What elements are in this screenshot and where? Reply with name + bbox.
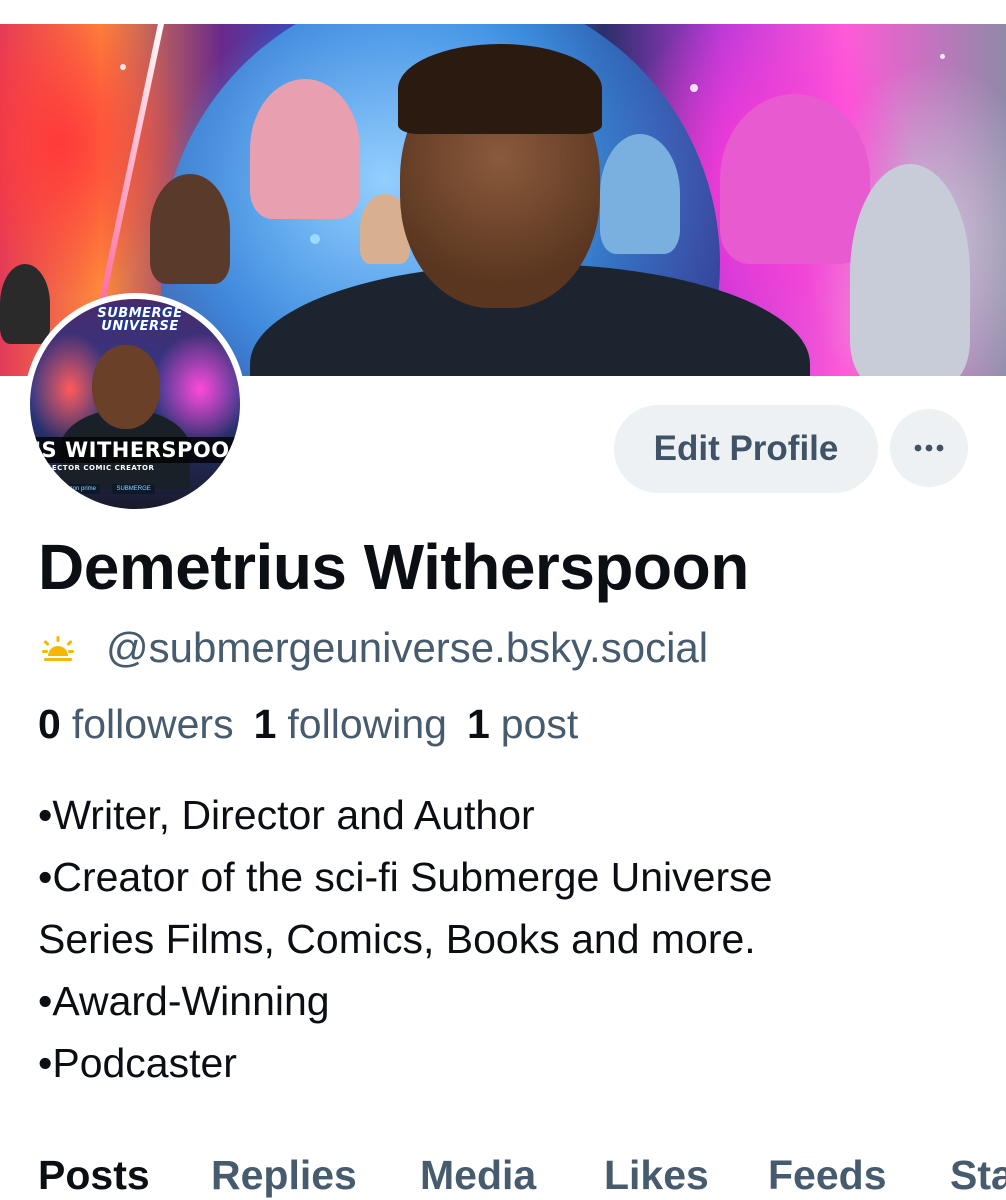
banner-sparkle — [690, 84, 698, 92]
tab-replies[interactable]: Replies — [211, 1152, 357, 1199]
avatar-image: SUBMERGE UNIVERSE US WITHERSPOO RECTOR C… — [30, 299, 240, 509]
handle-row: @submergeuniverse.bsky.social — [38, 620, 708, 676]
banner-sparkle — [940, 54, 945, 59]
more-options-button[interactable] — [890, 409, 968, 487]
followers-stat[interactable]: 0 followers — [38, 701, 234, 748]
banner-figure-blue — [600, 134, 680, 254]
profile-stats: 0 followers 1 following 1 post — [38, 696, 598, 752]
tab-starter-packs[interactable]: Starter Packs — [950, 1152, 1006, 1199]
banner-figure-pink — [720, 94, 870, 264]
profile-avatar[interactable]: SUBMERGE UNIVERSE US WITHERSPOO RECTOR C… — [24, 293, 246, 515]
following-count: 1 — [253, 700, 277, 747]
followers-count: 0 — [38, 700, 61, 747]
profile-handle[interactable]: @submergeuniverse.bsky.social — [106, 624, 708, 672]
avatar-name-text: US WITHERSPOO — [30, 438, 230, 462]
banner-figure-left — [150, 174, 230, 284]
avatar-badges: amazon prime SUBMERGE — [54, 477, 163, 494]
bio-line: •Podcaster — [38, 1040, 237, 1086]
following-label: following — [287, 700, 447, 747]
bio-line: •Award-Winning — [38, 978, 330, 1024]
posts-label: post — [500, 700, 579, 747]
bio-line: •Creator of the sci-fi Submerge Universe — [38, 854, 773, 900]
avatar-badge: SUBMERGE — [112, 484, 155, 494]
banner-hero-hair — [398, 44, 602, 134]
posts-stat: 1 post — [467, 701, 578, 748]
bio-line: •Writer, Director and Author — [38, 792, 535, 838]
avatar-face — [92, 345, 160, 429]
bio-line: Series Films, Comics, Books and more. — [38, 916, 756, 962]
avatar-sub-text: RECTOR COMIC CREATOR — [46, 464, 155, 472]
banner-figure-woman — [250, 79, 360, 219]
tab-likes[interactable]: Likes — [604, 1152, 709, 1199]
banner-figure-mask — [0, 264, 50, 344]
posts-count: 1 — [466, 700, 490, 747]
ellipsis-icon — [914, 444, 944, 452]
tab-posts[interactable]: Posts — [38, 1152, 150, 1199]
banner-sparkle — [120, 64, 126, 70]
profile-bio: •Writer, Director and Author •Creator of… — [38, 784, 978, 1094]
sun-icon — [42, 636, 74, 661]
tab-media[interactable]: Media — [420, 1152, 536, 1199]
profile-tabs: Posts Replies Media Likes Feeds Starter … — [0, 1148, 1006, 1200]
edit-profile-button[interactable]: Edit Profile — [614, 405, 878, 493]
banner-figure-armor — [850, 164, 970, 376]
display-name: Demetrius Witherspoon — [38, 531, 749, 603]
tab-feeds[interactable]: Feeds — [768, 1152, 887, 1199]
avatar-badge: amazon prime — [54, 484, 101, 494]
banner-sparkle — [310, 234, 320, 244]
profile-screen: SUBMERGE UNIVERSE US WITHERSPOO RECTOR C… — [0, 0, 1006, 1200]
following-stat[interactable]: 1 following — [254, 701, 447, 748]
followers-label: followers — [71, 700, 234, 747]
avatar-logo-text: SUBMERGE UNIVERSE — [97, 306, 183, 334]
